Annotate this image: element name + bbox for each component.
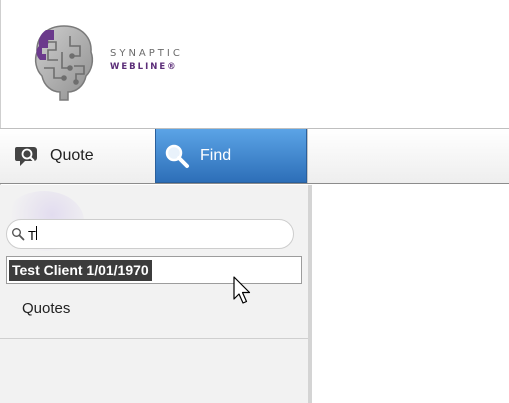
find-button[interactable]: Find bbox=[155, 129, 307, 183]
find-panel: T Test Client 1/01/1970 Quotes bbox=[0, 185, 312, 403]
autocomplete-option[interactable]: Test Client 1/01/1970 bbox=[9, 260, 152, 281]
find-label: Find bbox=[200, 146, 232, 164]
panel-item-label: Quotes bbox=[22, 300, 71, 317]
search-icon bbox=[12, 228, 25, 241]
search-field[interactable]: T bbox=[6, 219, 294, 249]
brain-icon bbox=[34, 25, 94, 101]
speech-bubble-search-icon bbox=[15, 147, 37, 166]
toolbar-separator bbox=[307, 129, 308, 183]
text-caret bbox=[35, 225, 37, 240]
magnifier-icon bbox=[165, 144, 189, 168]
panel-item-quotes[interactable]: Quotes bbox=[0, 287, 308, 339]
logo-subtitle: WEBLINE® bbox=[110, 62, 178, 72]
logo-title: SYNAPTIC bbox=[110, 48, 183, 59]
main-toolbar: Quote Find bbox=[0, 128, 509, 184]
header-logo-area: SYNAPTIC WEBLINE® bbox=[0, 0, 509, 128]
search-input-value: T bbox=[28, 227, 36, 243]
quote-label: Quote bbox=[50, 147, 94, 164]
quote-button[interactable]: Quote bbox=[6, 129, 148, 183]
arrow-cursor-icon bbox=[233, 276, 251, 304]
search-input[interactable]: T bbox=[28, 225, 268, 243]
